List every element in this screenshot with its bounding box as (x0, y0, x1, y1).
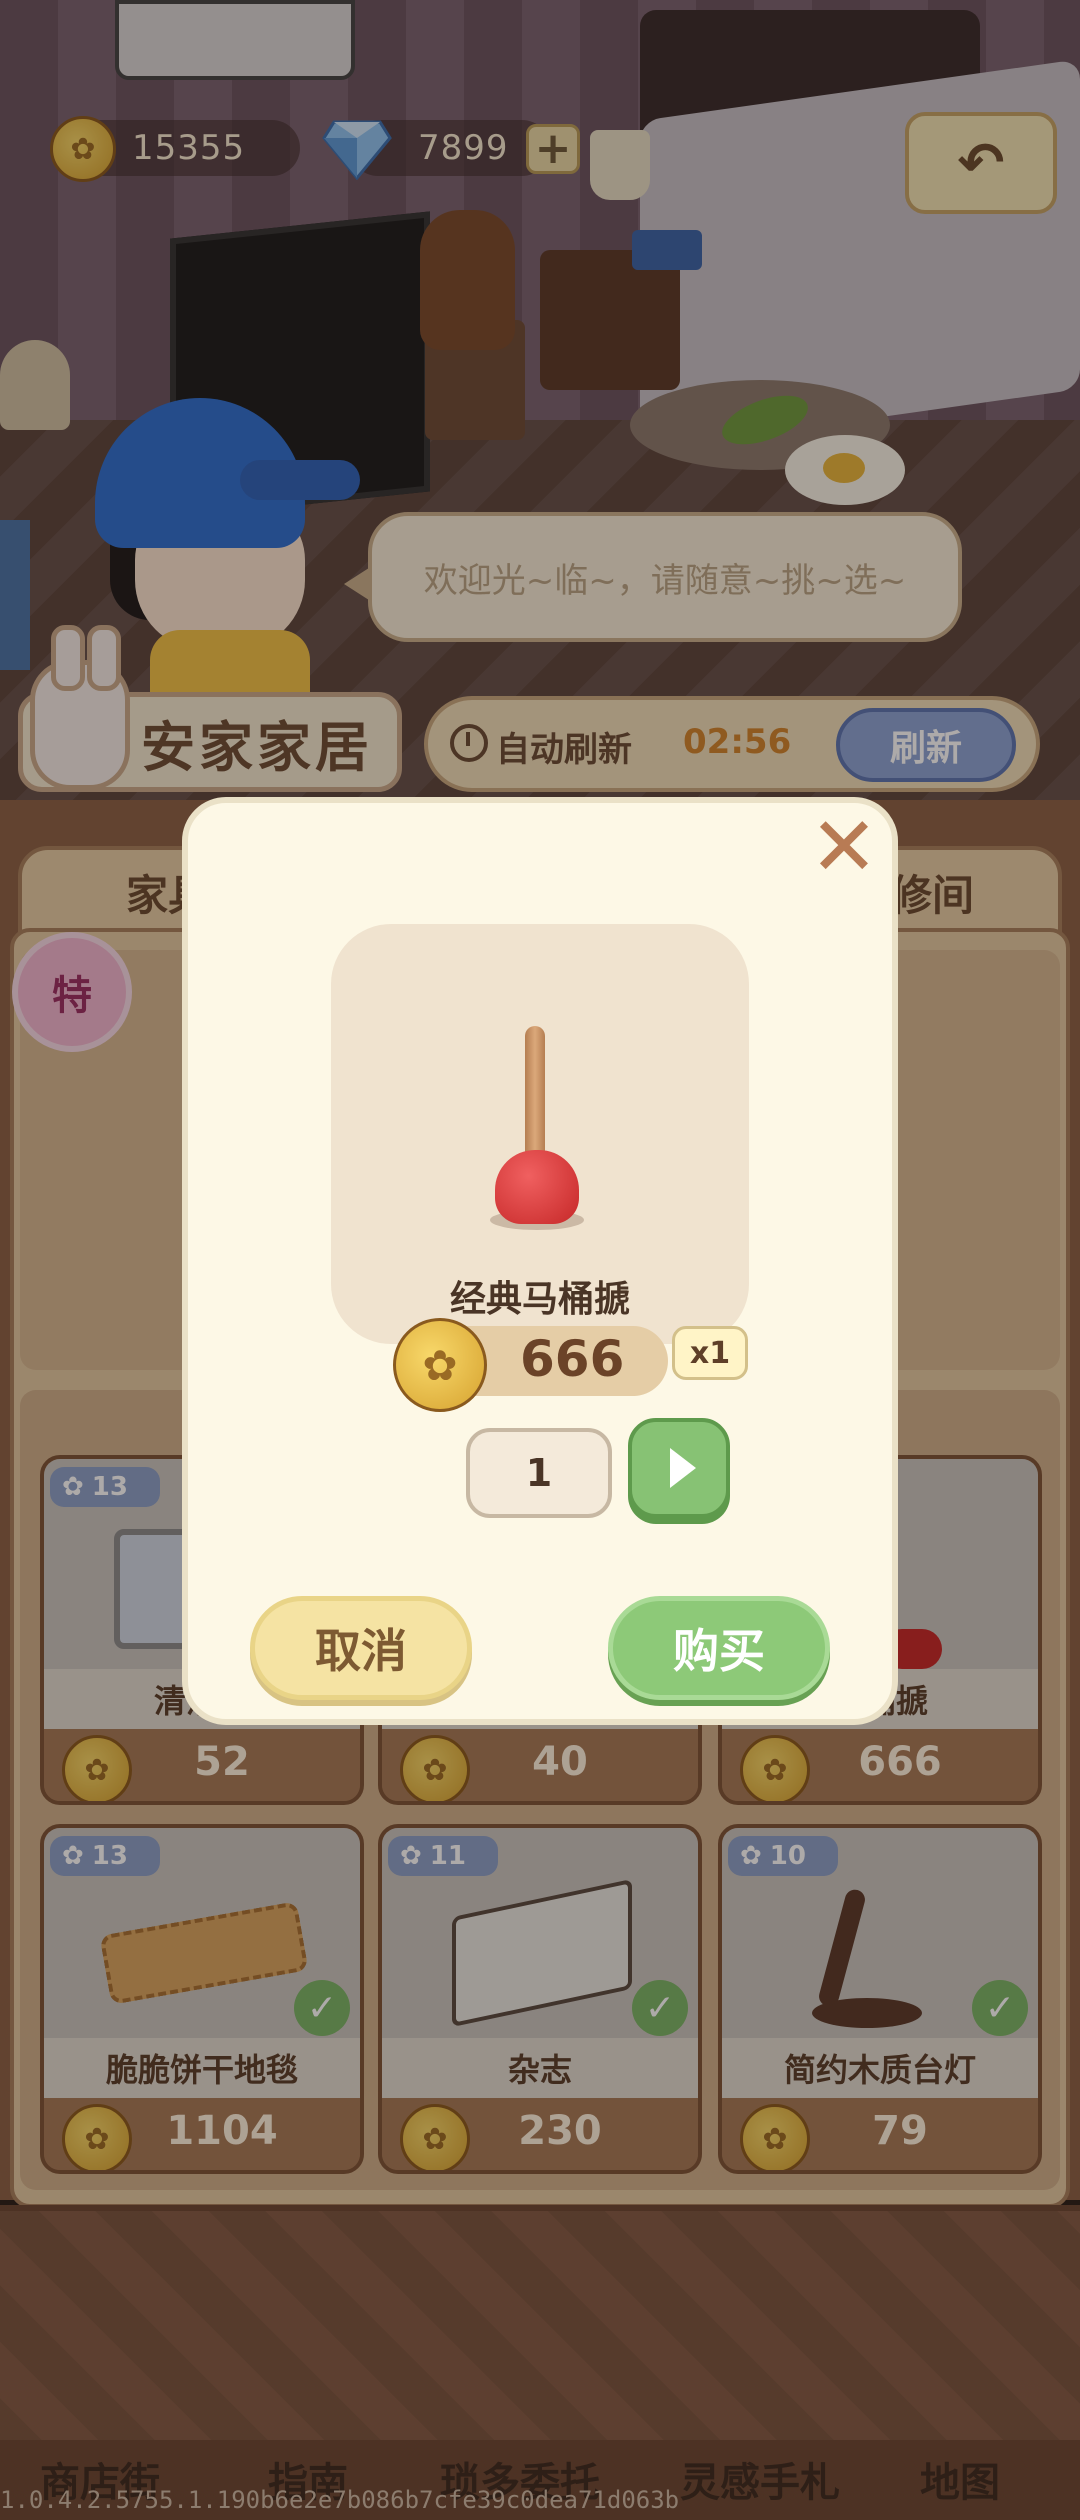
plunger-icon (495, 1150, 579, 1224)
dialog-item-name: 经典马桶搋 (449, 1279, 630, 1320)
quantity-multiplier: x1 (672, 1326, 748, 1380)
cancel-button[interactable]: 取消 (250, 1596, 472, 1700)
close-icon[interactable]: ✕ (808, 807, 880, 889)
dialog-item-price: 666 (520, 1330, 625, 1388)
coin-icon (393, 1318, 487, 1412)
quantity-increase-button[interactable] (628, 1418, 730, 1518)
buy-button[interactable]: 购买 (608, 1596, 830, 1700)
quantity-field[interactable]: 1 (466, 1428, 612, 1518)
